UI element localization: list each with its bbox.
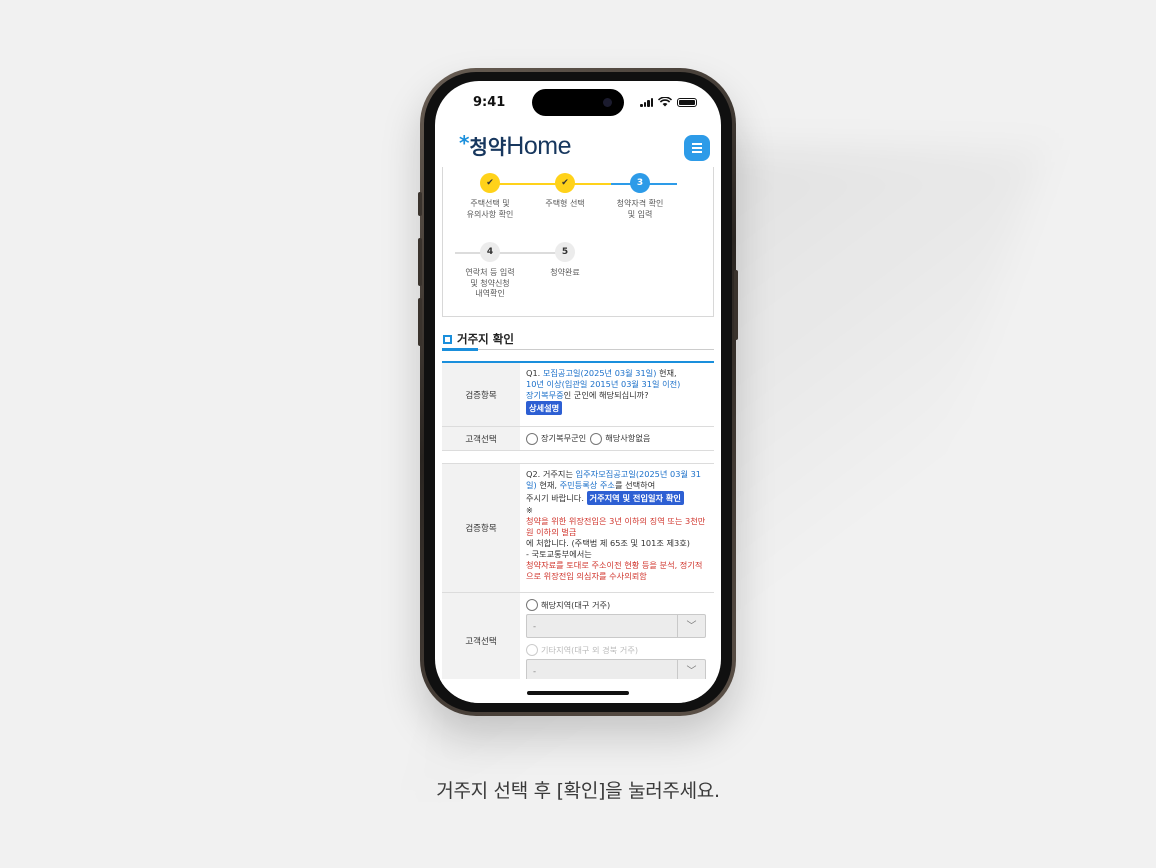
step-3: 3 청약자격 확인 및 입력 [600,173,680,220]
step-1: ✔ 주택선택 및 유의사항 확인 [450,173,530,220]
phone-screen: 9:41 * 청약 Home ✔ 주택선택 및 유의사항 확인 ✔ 주택형 선택… [435,81,721,703]
check-icon: ✔ [555,173,575,193]
q2-question: Q2. 거주지는 입주자모집공고일(2025년 03월 31일) 현재, 주민등… [526,469,706,581]
step-5: 5 청약완료 [525,242,605,279]
app-header: * 청약 Home [435,127,721,167]
cheongyak-home-logo[interactable]: * 청약 Home [459,131,571,161]
progress-steps: ✔ 주택선택 및 유의사항 확인 ✔ 주택형 선택 3 청약자격 확인 및 입력 4… [442,167,714,317]
residence-check-button[interactable]: 거주지역 및 전입일자 확인 [586,491,684,505]
check-icon: ✔ [480,173,500,193]
step-4: 4 연락처 등 입력 및 청약신청 내역확인 [450,242,530,300]
table-row: 고객선택 장기복무군인 해당사항없음 [442,427,714,451]
table-row: 고객선택 해당지역(대구 거주) - ﹀ 기타지역(대구 외 경북 거주) - … [442,593,714,689]
region-select[interactable]: - ﹀ [526,614,706,638]
radio-local-region[interactable]: 해당지역(대구 거주) [526,599,708,611]
step-2: ✔ 주택형 선택 [525,173,605,210]
radio-not-applicable[interactable]: 해당사항없음 [590,432,650,445]
signal-icon [640,98,653,107]
detail-button[interactable]: 상세설명 [526,401,563,415]
action-button [418,192,422,216]
section-title: 거주지 확인 [443,331,514,347]
residence-table: 검증항목 Q1. 모집공고일(2025년 03월 31일) 현재, 10년 이상… [442,361,714,689]
square-bullet-icon [443,334,452,344]
volume-down-button [418,298,422,346]
status-time: 9:41 [473,95,506,110]
table-row: 검증항목 Q2. 거주지는 입주자모집공고일(2025년 03월 31일) 현재… [442,463,714,593]
chevron-down-icon: ﹀ [677,615,705,637]
q1-question: Q1. 모집공고일(2025년 03월 31일) 현재, 10년 이상(입관일 … [526,368,681,415]
volume-up-button [418,238,422,286]
hamburger-icon[interactable] [684,135,710,161]
status-icons [640,97,697,107]
power-button [734,270,738,340]
battery-icon [677,98,697,107]
table-row: 검증항목 Q1. 모집공고일(2025년 03월 31일) 현재, 10년 이상… [442,361,714,427]
radio-other-region[interactable]: 기타지역(대구 외 경북 거주) [526,644,708,656]
radio-long-term-soldier[interactable]: 장기복무군인 [526,432,586,445]
instruction-caption: 거주지 선택 후 [확인]을 눌러주세요. [436,780,720,802]
dynamic-island [532,89,624,116]
home-indicator [527,691,629,695]
wifi-icon [658,97,672,107]
